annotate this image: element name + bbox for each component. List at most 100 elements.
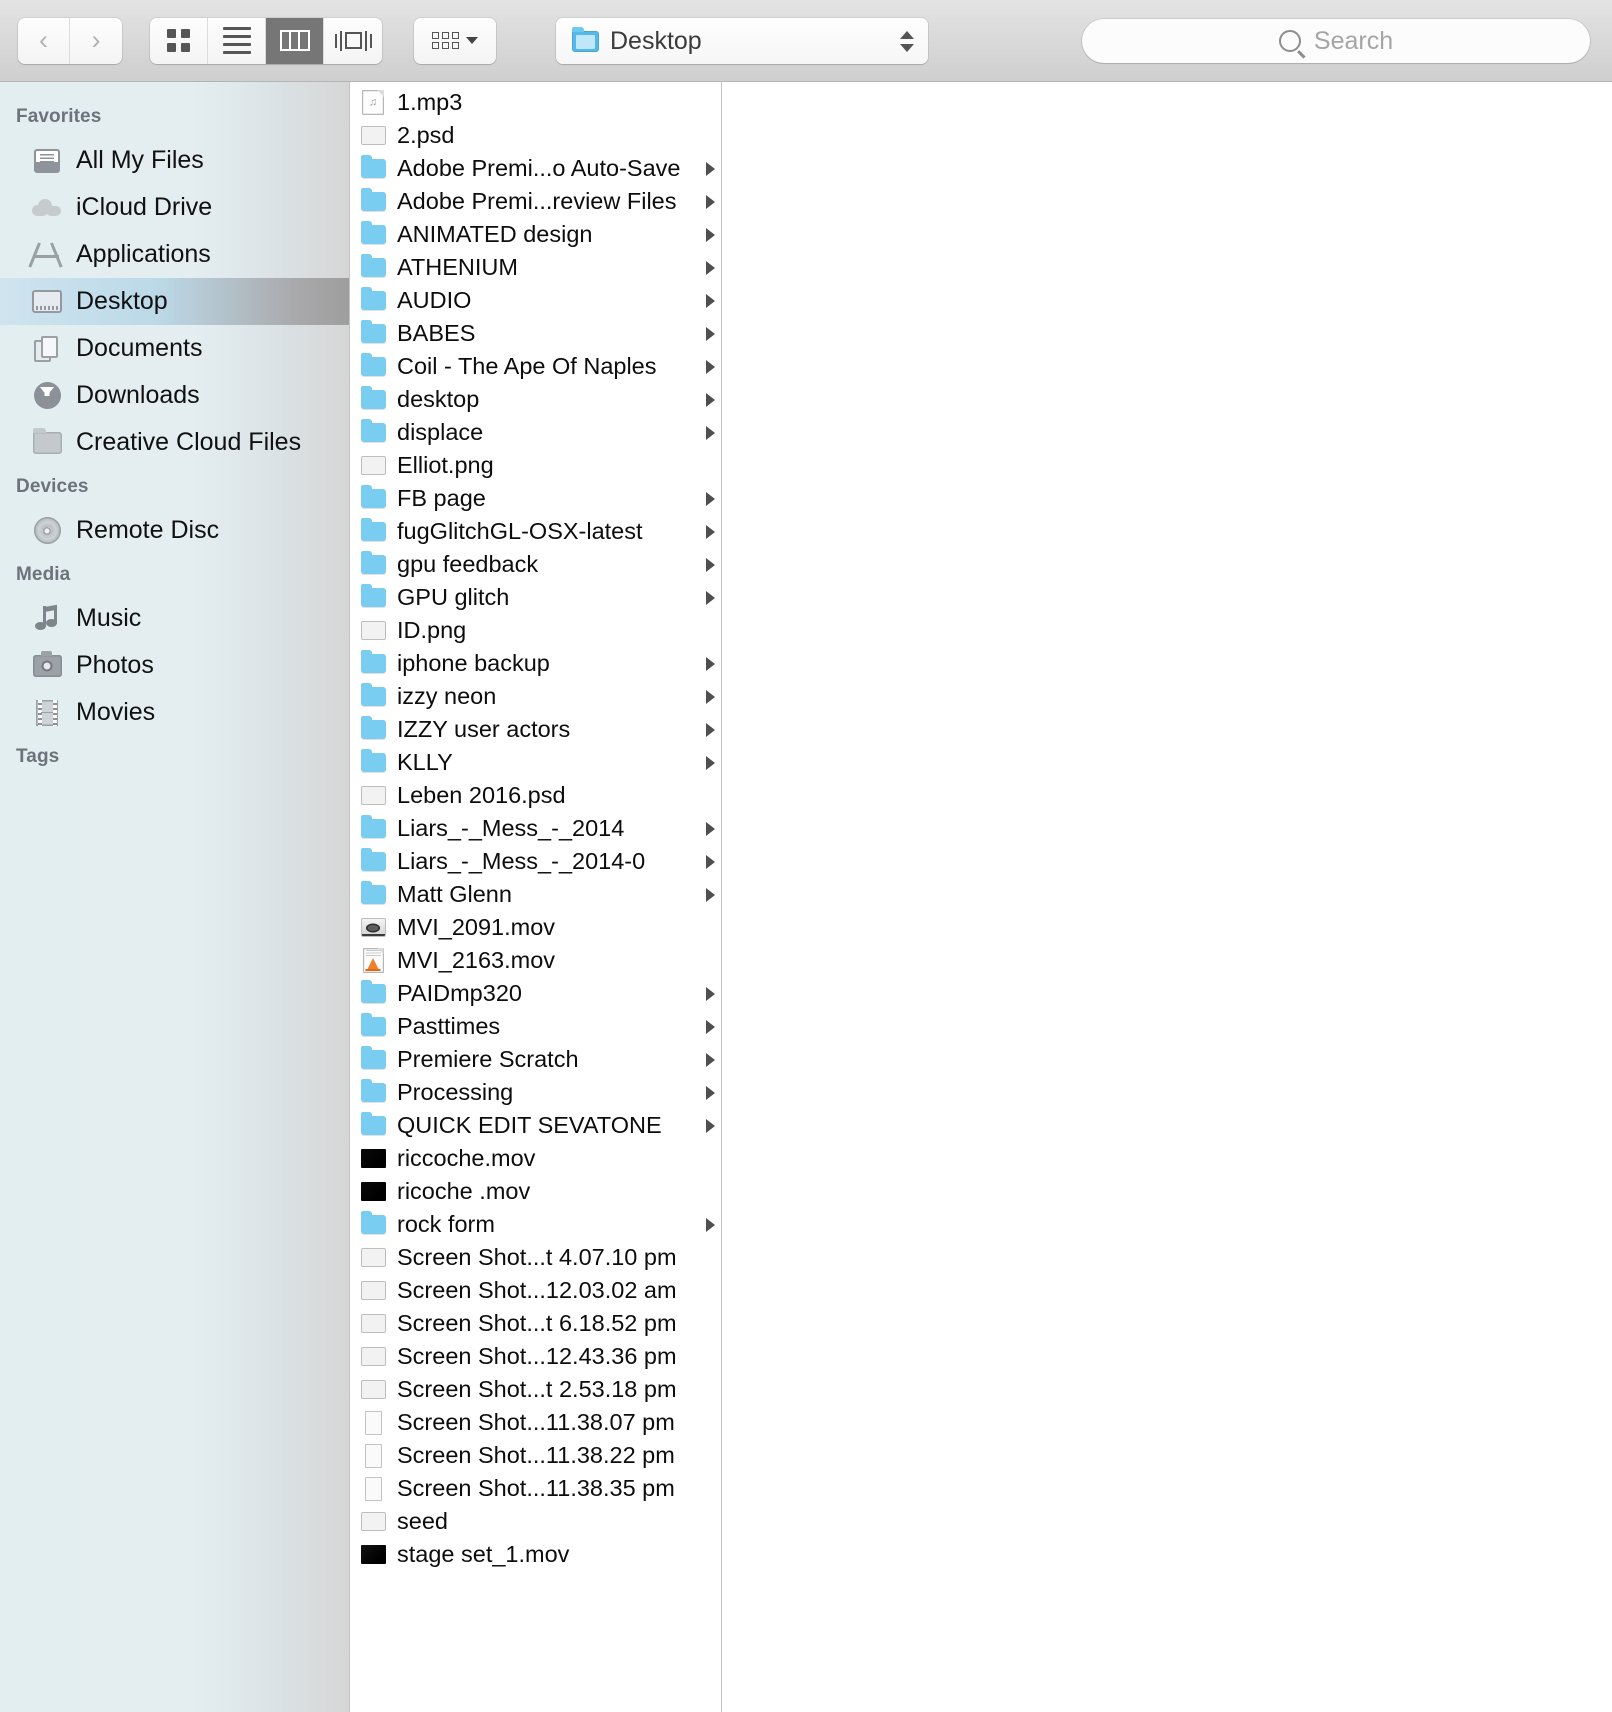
path-popup-button[interactable]: Desktop (556, 18, 928, 64)
sidebar-item-photos[interactable]: Photos (0, 642, 349, 689)
file-row[interactable]: IZZY user actors (350, 713, 721, 746)
disclosure-triangle-icon[interactable] (706, 326, 715, 341)
disclosure-triangle-icon[interactable] (706, 1217, 715, 1232)
arrange-by-button[interactable] (414, 17, 496, 64)
file-row[interactable]: MVI_2091.mov (350, 911, 721, 944)
file-row[interactable]: ricoche .mov (350, 1175, 721, 1208)
file-row[interactable]: seed (350, 1505, 721, 1538)
file-row[interactable]: GPU glitch (350, 581, 721, 614)
file-row[interactable]: gpu feedback (350, 548, 721, 581)
disclosure-triangle-icon[interactable] (706, 722, 715, 737)
documents-icon (30, 335, 64, 362)
disclosure-triangle-icon[interactable] (706, 425, 715, 440)
file-row[interactable]: iphone backup (350, 647, 721, 680)
disclosure-triangle-icon[interactable] (706, 590, 715, 605)
file-row[interactable]: Matt Glenn (350, 878, 721, 911)
file-row[interactable]: riccoche.mov (350, 1142, 721, 1175)
file-row[interactable]: Adobe Premi...review Files (350, 185, 721, 218)
file-row[interactable]: Coil - The Ape Of Naples (350, 350, 721, 383)
file-row[interactable]: 2.psd (350, 119, 721, 152)
file-row[interactable]: Screen Shot...t 2.53.18 pm (350, 1373, 721, 1406)
file-row[interactable]: Screen Shot...t 4.07.10 pm (350, 1241, 721, 1274)
disclosure-triangle-icon[interactable] (706, 293, 715, 308)
disclosure-triangle-icon[interactable] (706, 227, 715, 242)
disclosure-triangle-icon[interactable] (706, 854, 715, 869)
file-row[interactable]: QUICK EDIT SEVATONE (350, 1109, 721, 1142)
disclosure-triangle-icon[interactable] (706, 359, 715, 374)
file-row[interactable]: Screen Shot...t 6.18.52 pm (350, 1307, 721, 1340)
file-row[interactable]: Screen Shot...12.03.02 am (350, 1274, 721, 1307)
file-row[interactable]: ANIMATED design (350, 218, 721, 251)
file-row[interactable]: AUDIO (350, 284, 721, 317)
vlc-movie-icon (362, 948, 384, 973)
file-row[interactable]: rock form (350, 1208, 721, 1241)
file-row[interactable]: FB page (350, 482, 721, 515)
file-row[interactable]: MVI_2163.mov (350, 944, 721, 977)
sidebar-item-icloud-drive[interactable]: iCloud Drive (0, 184, 349, 231)
icon-view-button[interactable] (150, 17, 208, 64)
sidebar-item-label: iCloud Drive (76, 193, 213, 221)
file-row[interactable]: Liars_-_Mess_-_2014-0 (350, 845, 721, 878)
file-row[interactable]: ATHENIUM (350, 251, 721, 284)
file-row[interactable]: Leben 2016.psd (350, 779, 721, 812)
sidebar-item-remote-disc[interactable]: Remote Disc (0, 507, 349, 554)
file-row[interactable]: desktop (350, 383, 721, 416)
disclosure-triangle-icon[interactable] (706, 392, 715, 407)
up-down-stepper-icon[interactable] (900, 30, 914, 52)
file-row[interactable]: izzy neon (350, 680, 721, 713)
file-row[interactable]: BABES (350, 317, 721, 350)
column-view-button[interactable] (266, 17, 324, 64)
sidebar-item-creative-cloud-files[interactable]: Creative Cloud Files (0, 419, 349, 466)
file-row[interactable]: Screen Shot...11.38.35 pm (350, 1472, 721, 1505)
disclosure-triangle-icon[interactable] (706, 524, 715, 539)
disclosure-triangle-icon[interactable] (706, 755, 715, 770)
disclosure-triangle-icon[interactable] (706, 1052, 715, 1067)
file-row[interactable]: Screen Shot...11.38.22 pm (350, 1439, 721, 1472)
disclosure-triangle-icon[interactable] (706, 491, 715, 506)
file-row[interactable]: KLLY (350, 746, 721, 779)
file-row[interactable]: Processing (350, 1076, 721, 1109)
file-row[interactable]: fugGlitchGL-OSX-latest (350, 515, 721, 548)
sidebar-item-music[interactable]: Music (0, 595, 349, 642)
disclosure-triangle-icon[interactable] (706, 821, 715, 836)
sidebar-item-downloads[interactable]: Downloads (0, 372, 349, 419)
disclosure-triangle-icon[interactable] (706, 887, 715, 902)
file-row[interactable]: ♫ 1.mp3 (350, 86, 721, 119)
file-row[interactable]: Screen Shot...11.38.07 pm (350, 1406, 721, 1439)
search-field[interactable]: Search (1082, 19, 1590, 63)
file-row[interactable]: ID.png (350, 614, 721, 647)
disclosure-triangle-icon[interactable] (706, 1019, 715, 1034)
movie-thumbnail-icon (360, 1545, 386, 1564)
disclosure-triangle-icon[interactable] (706, 557, 715, 572)
disclosure-triangle-icon[interactable] (706, 161, 715, 176)
sidebar-item-documents[interactable]: Documents (0, 325, 349, 372)
back-button[interactable]: ‹ (18, 17, 70, 64)
file-row[interactable]: displace (350, 416, 721, 449)
file-row[interactable]: Elliot.png (350, 449, 721, 482)
search-input[interactable]: Search (1314, 27, 1393, 56)
file-row[interactable]: stage set_1.mov (350, 1538, 721, 1571)
sidebar-item-desktop[interactable]: Desktop (0, 278, 349, 325)
file-row[interactable]: Screen Shot...12.43.36 pm (350, 1340, 721, 1373)
disclosure-triangle-icon[interactable] (706, 689, 715, 704)
file-row[interactable]: Premiere Scratch (350, 1043, 721, 1076)
file-row[interactable]: Pasttimes (350, 1010, 721, 1043)
file-row[interactable]: Adobe Premi...o Auto-Save (350, 152, 721, 185)
sidebar-item-label: Downloads (76, 381, 200, 409)
file-name-label: desktop (397, 386, 480, 412)
disclosure-triangle-icon[interactable] (706, 1085, 715, 1100)
file-column[interactable]: ♫ 1.mp3 2.psd Adobe Premi...o Auto-Save Adob… (350, 82, 722, 1712)
coverflow-view-button[interactable] (324, 17, 382, 64)
disclosure-triangle-icon[interactable] (706, 1118, 715, 1133)
disclosure-triangle-icon[interactable] (706, 986, 715, 1001)
disclosure-triangle-icon[interactable] (706, 656, 715, 671)
sidebar-item-movies[interactable]: Movies (0, 689, 349, 736)
file-row[interactable]: Liars_-_Mess_-_2014 (350, 812, 721, 845)
disclosure-triangle-icon[interactable] (706, 260, 715, 275)
list-view-button[interactable] (208, 17, 266, 64)
forward-button[interactable]: › (70, 17, 122, 64)
sidebar-item-all-my-files[interactable]: All My Files (0, 137, 349, 184)
sidebar-item-applications[interactable]: Applications (0, 231, 349, 278)
disclosure-triangle-icon[interactable] (706, 194, 715, 209)
file-row[interactable]: PAIDmp320 (350, 977, 721, 1010)
